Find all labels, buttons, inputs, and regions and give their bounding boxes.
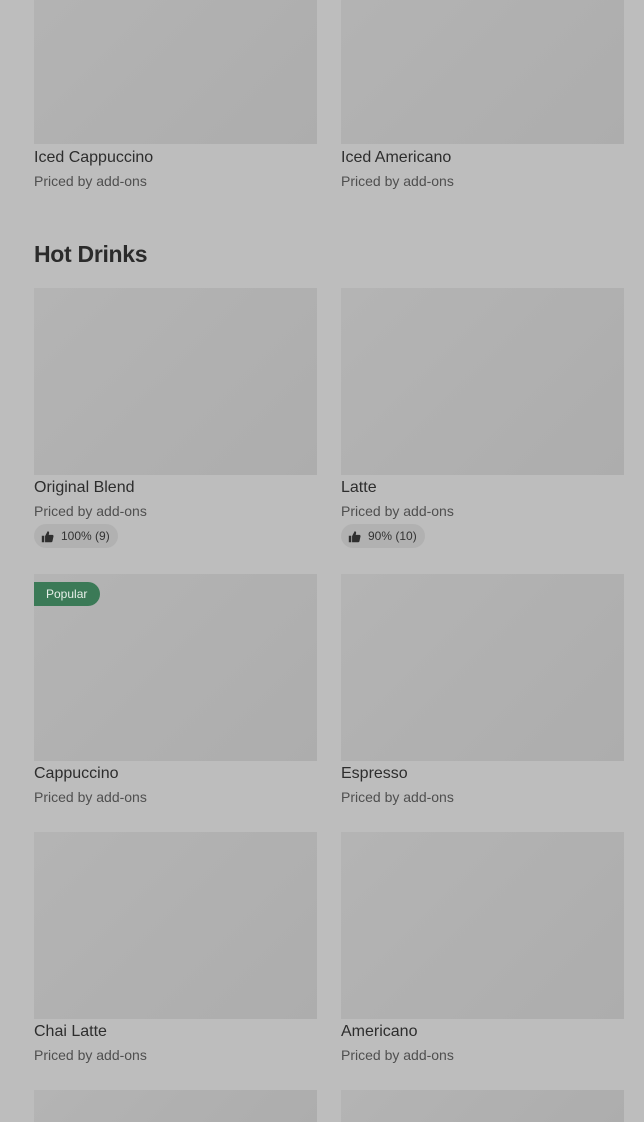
menu-item-name[interactable]: Iced Americano [341, 148, 451, 168]
menu-item-image[interactable] [34, 0, 317, 144]
section-title: Hot Drinks [34, 241, 148, 267]
menu-item-name[interactable]: Cappuccino [34, 764, 119, 784]
menu-item-price: Priced by add-ons [34, 1047, 147, 1063]
thumbs-up-icon [348, 530, 361, 543]
menu-item-image[interactable] [34, 288, 317, 475]
menu-item-name[interactable]: Chai Latte [34, 1022, 107, 1042]
menu-item-image[interactable] [34, 1090, 317, 1122]
menu-item-name[interactable]: Iced Cappuccino [34, 148, 153, 168]
menu-item-image[interactable] [341, 1090, 624, 1122]
menu-item-price: Priced by add-ons [34, 503, 147, 519]
menu-item-image[interactable] [341, 288, 624, 475]
menu-item-image[interactable] [341, 574, 624, 761]
menu-item-price: Priced by add-ons [341, 1047, 454, 1063]
rating-pill: 90% (10) [341, 524, 425, 548]
menu-item-name[interactable]: Americano [341, 1022, 417, 1042]
rating-text: 90% (10) [368, 529, 417, 543]
menu-item-price: Priced by add-ons [341, 173, 454, 189]
menu-item-price: Priced by add-ons [34, 173, 147, 189]
rating-pill: 100% (9) [34, 524, 118, 548]
menu-item-price: Priced by add-ons [34, 789, 147, 805]
menu-item-image[interactable] [34, 832, 317, 1019]
menu-item-name[interactable]: Espresso [341, 764, 408, 784]
menu-item-image[interactable] [341, 832, 624, 1019]
menu-item-price: Priced by add-ons [341, 789, 454, 805]
menu-item-image[interactable] [341, 0, 624, 144]
thumbs-up-icon [41, 530, 54, 543]
menu-item-price: Priced by add-ons [341, 503, 454, 519]
menu-item-name[interactable]: Latte [341, 478, 377, 498]
popular-badge: Popular [34, 582, 101, 606]
menu-item-name[interactable]: Original Blend [34, 478, 135, 498]
rating-text: 100% (9) [61, 529, 110, 543]
